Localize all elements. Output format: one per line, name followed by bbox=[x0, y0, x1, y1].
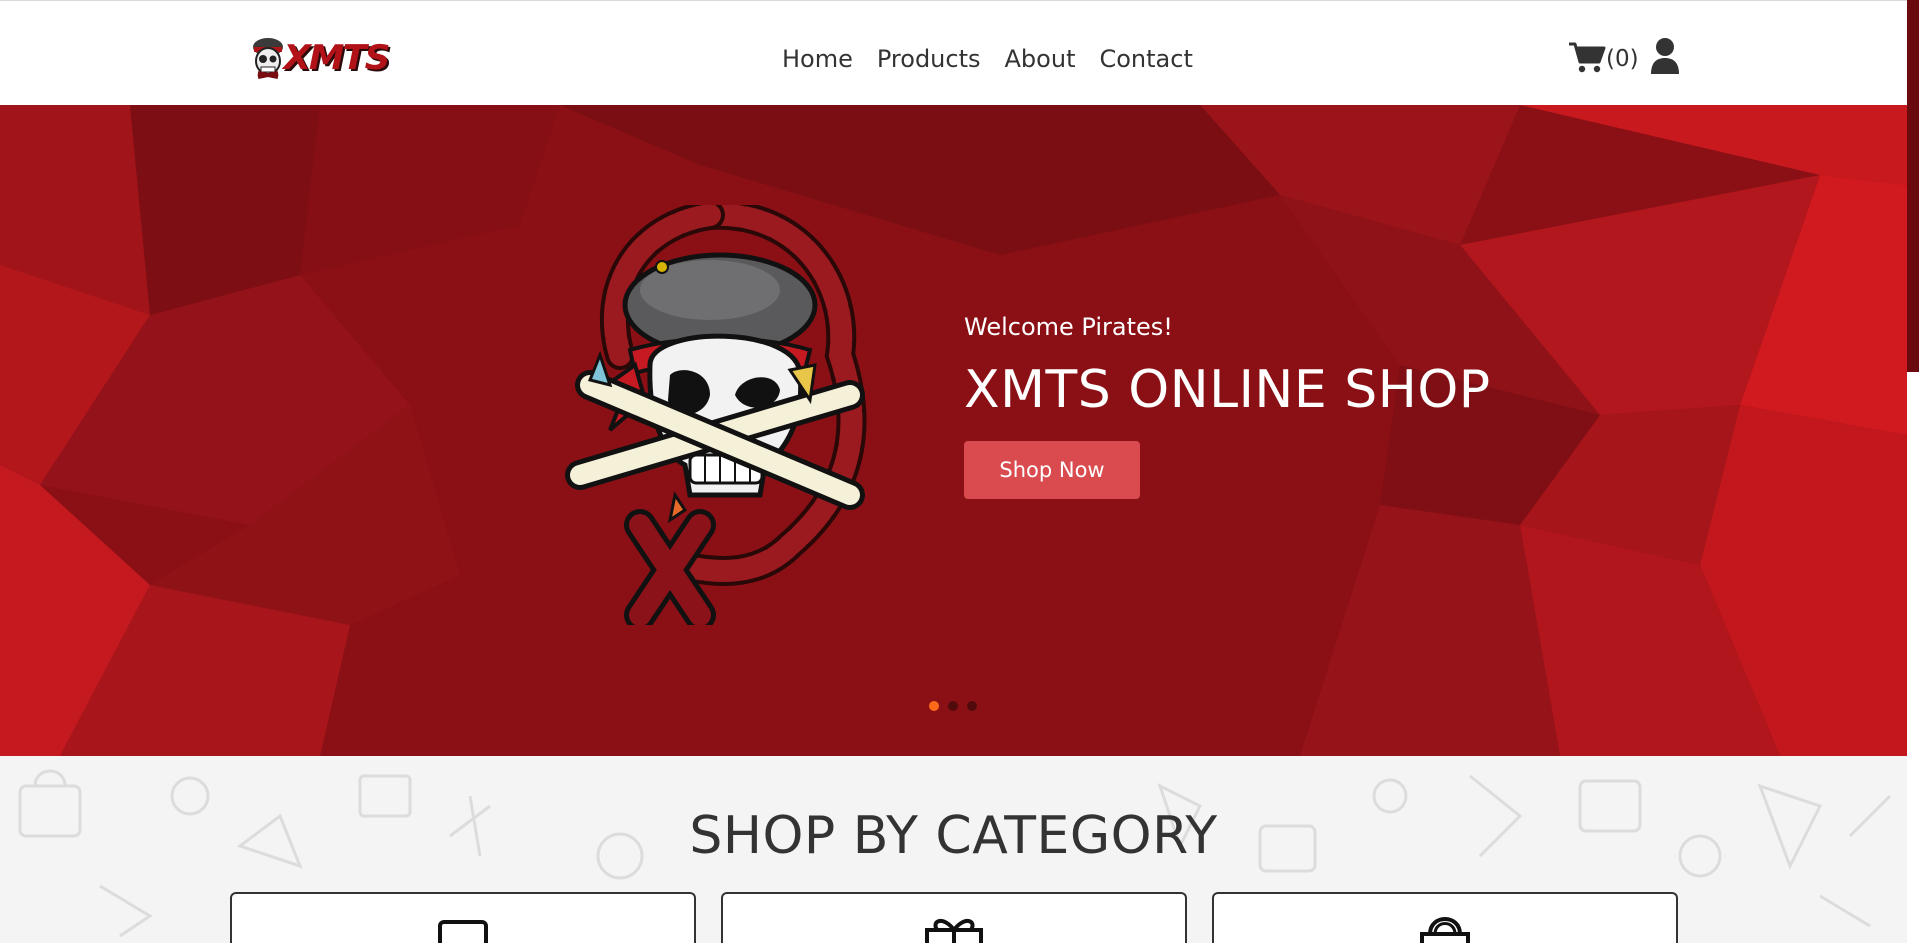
hero-carousel: Welcome Pirates! XMTS ONLINE SHOP Shop N… bbox=[0, 105, 1907, 756]
site-logo[interactable]: XMTS bbox=[248, 31, 423, 85]
carousel-dot-2[interactable] bbox=[948, 701, 958, 711]
gift-icon bbox=[925, 919, 983, 943]
carousel-dot-1[interactable] bbox=[929, 701, 939, 711]
category-section-title: SHOP BY CATEGORY bbox=[689, 806, 1218, 866]
nav-home-link[interactable]: Home bbox=[770, 39, 865, 79]
carousel-indicators bbox=[929, 701, 977, 711]
hero-background bbox=[0, 105, 1907, 756]
site-header: XMTS Home Products About Contact (0) bbox=[0, 5, 1907, 105]
category-section: SHOP BY CATEGORY bbox=[0, 756, 1907, 943]
main-nav: Home Products About Contact bbox=[770, 39, 1205, 79]
category-card-2[interactable] bbox=[721, 892, 1187, 943]
pirate-skull-mascot-image bbox=[565, 205, 867, 625]
cart-button[interactable]: (0) bbox=[1568, 35, 1639, 79]
user-account-icon[interactable] bbox=[1649, 37, 1681, 75]
shop-now-button[interactable]: Shop Now bbox=[964, 441, 1140, 499]
scrollbar-thumb[interactable] bbox=[1907, 0, 1919, 372]
category-card-3[interactable] bbox=[1212, 892, 1678, 943]
skull-logo-icon bbox=[253, 38, 283, 79]
carousel-dot-3[interactable] bbox=[967, 701, 977, 711]
hero-title: XMTS ONLINE SHOP bbox=[964, 360, 1491, 420]
shopping-cart-icon bbox=[1569, 42, 1606, 73]
nav-about-link[interactable]: About bbox=[993, 39, 1088, 79]
nav-products-link[interactable]: Products bbox=[865, 39, 993, 79]
shopping-bag-icon bbox=[1420, 917, 1470, 943]
logo-text: XMTS bbox=[283, 38, 391, 78]
page-scrollbar[interactable] bbox=[1907, 0, 1919, 943]
hero-subtitle: Welcome Pirates! bbox=[964, 313, 1173, 341]
nav-contact-link[interactable]: Contact bbox=[1087, 39, 1204, 79]
laptop-icon bbox=[438, 920, 488, 943]
cart-count: (0) bbox=[1606, 46, 1639, 72]
category-card-1[interactable] bbox=[230, 892, 696, 943]
